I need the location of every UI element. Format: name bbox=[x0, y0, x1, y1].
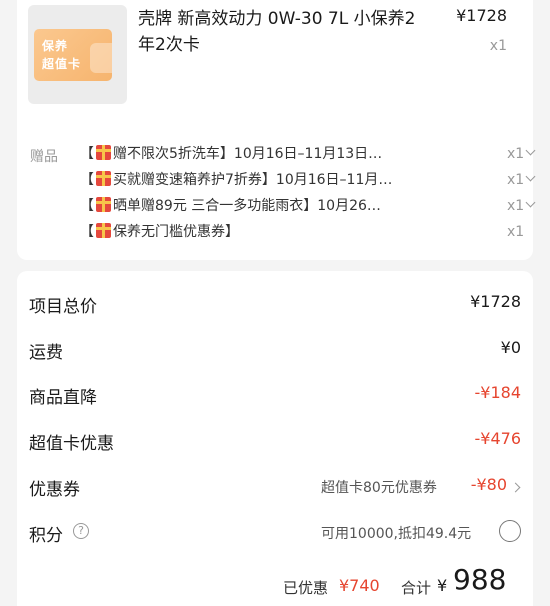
gift-text-wrapper: 【 买就赠变速箱养护7折券】10月16日–11月… bbox=[80, 169, 440, 191]
saved-amount: ¥740 bbox=[339, 576, 380, 595]
direct-discount-row: 商品直降 -¥184 bbox=[29, 379, 521, 409]
coupon-value: -¥80 bbox=[470, 475, 507, 494]
gift-bracket: 【 bbox=[80, 224, 94, 240]
thumb-text-line2: 超值卡 bbox=[42, 57, 82, 71]
order-totals: 已优惠 ¥740 合计 ¥ 988 bbox=[17, 563, 533, 603]
gift-box-icon bbox=[96, 145, 111, 160]
help-icon[interactable]: ? bbox=[73, 523, 89, 539]
points-row: 积分 ? 可用10000,抵扣49.4元 bbox=[29, 517, 521, 547]
points-label: 积分 bbox=[29, 526, 63, 546]
coupon-description: 超值卡80元优惠券 bbox=[321, 480, 437, 496]
gift-quantity: x1 bbox=[507, 172, 525, 188]
gift-text: 买就赠变速箱养护7折券】10月16日–11月… bbox=[113, 172, 393, 188]
gift-box-icon bbox=[96, 223, 111, 238]
shipping-value: ¥0 bbox=[500, 338, 521, 357]
total-price-value: ¥1728 bbox=[470, 292, 521, 311]
chevron-down-icon[interactable] bbox=[525, 145, 536, 156]
coupon-row[interactable]: 优惠券 超值卡80元优惠券 -¥80 bbox=[29, 471, 521, 501]
shipping-label: 运费 bbox=[29, 343, 63, 363]
maintenance-card-image: 保养 超值卡 bbox=[34, 29, 112, 81]
gift-quantity: x1 bbox=[507, 198, 525, 214]
total-label: 合计 bbox=[401, 579, 432, 597]
direct-discount-value: -¥184 bbox=[474, 383, 522, 402]
total-amount: 988 bbox=[453, 563, 507, 596]
gift-text: 晒单赠89元 三合一多功能雨衣】10月26… bbox=[113, 198, 381, 214]
gift-item[interactable]: 【 晒单赠89元 三合一多功能雨衣】10月26… x1 bbox=[80, 195, 536, 217]
gift-text-wrapper: 【 保养无门槛优惠券】 bbox=[80, 221, 440, 243]
points-description: 可用10000,抵扣49.4元 bbox=[321, 526, 472, 542]
gift-item[interactable]: 【 赠不限次5折洗车】10月16日–11月13日… x1 bbox=[80, 143, 536, 165]
gift-item[interactable]: 【 买就赠变速箱养护7折券】10月16日–11月… x1 bbox=[80, 169, 536, 191]
total-price-row: 项目总价 ¥1728 bbox=[29, 288, 521, 318]
gift-text-wrapper: 【 赠不限次5折洗车】10月16日–11月13日… bbox=[80, 143, 440, 165]
gift-quantity: x1 bbox=[507, 224, 525, 240]
gift-bracket: 【 bbox=[80, 198, 94, 214]
coupon-label: 优惠券 bbox=[29, 480, 80, 500]
gift-bracket: 【 bbox=[80, 146, 94, 162]
saved-label: 已优惠 bbox=[283, 579, 329, 597]
product-title[interactable]: 壳牌 新高效动力 0W-30 7L 小保养2年2次卡 bbox=[138, 6, 428, 58]
chevron-down-icon[interactable] bbox=[525, 197, 536, 208]
direct-discount-label: 商品直降 bbox=[29, 388, 97, 408]
gift-item[interactable]: 【 保养无门槛优惠券】 x1 bbox=[80, 221, 530, 243]
product-quantity: x1 bbox=[489, 38, 507, 54]
card-discount-row: 超值卡优惠 -¥476 bbox=[29, 425, 521, 455]
gift-box-icon bbox=[96, 171, 111, 186]
thumb-text-line1: 保养 bbox=[42, 39, 69, 53]
card-discount-label: 超值卡优惠 bbox=[29, 434, 114, 454]
chevron-down-icon[interactable] bbox=[525, 171, 536, 182]
points-radio-button[interactable] bbox=[499, 520, 521, 542]
gifts-label: 赠品 bbox=[30, 149, 58, 165]
gift-text: 保养无门槛优惠券】 bbox=[113, 224, 239, 240]
gift-box-icon bbox=[96, 197, 111, 212]
shipping-row: 运费 ¥0 bbox=[29, 334, 521, 364]
price-summary-card: 项目总价 ¥1728 运费 ¥0 商品直降 -¥184 超值卡优惠 -¥476 … bbox=[17, 271, 533, 606]
card-discount-value: -¥476 bbox=[474, 429, 522, 448]
gift-quantity: x1 bbox=[507, 146, 525, 162]
product-price: ¥1728 bbox=[456, 6, 507, 25]
chevron-right-icon[interactable] bbox=[510, 482, 521, 493]
total-currency: ¥ bbox=[437, 576, 448, 595]
gift-text-wrapper: 【 晒单赠89元 三合一多功能雨衣】10月26… bbox=[80, 195, 440, 217]
product-thumbnail[interactable]: 保养 超值卡 bbox=[28, 5, 127, 104]
product-card: 保养 超值卡 壳牌 新高效动力 0W-30 7L 小保养2年2次卡 ¥1728 … bbox=[17, 0, 536, 260]
card-decoration-icon bbox=[90, 43, 112, 73]
gift-bracket: 【 bbox=[80, 172, 94, 188]
gift-text: 赠不限次5折洗车】10月16日–11月13日… bbox=[113, 146, 383, 162]
total-price-label: 项目总价 bbox=[29, 297, 97, 317]
